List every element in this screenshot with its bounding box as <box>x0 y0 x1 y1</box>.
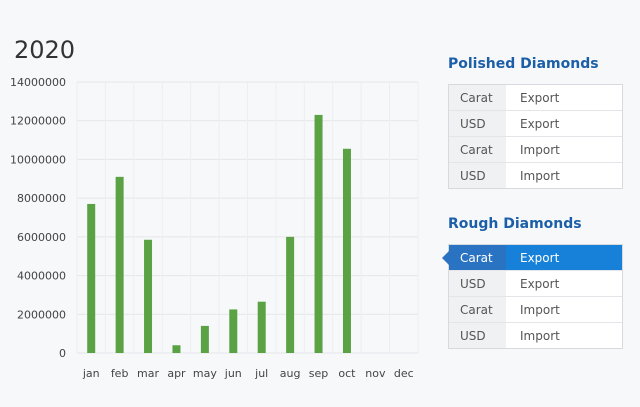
bar-mar <box>144 239 153 353</box>
polished-table: Carat Export USD Export Carat Import USD… <box>448 84 623 189</box>
rough-title: Rough Diamonds <box>448 216 582 232</box>
row-unit: Carat <box>449 245 506 270</box>
y-tick-label: 8000000 <box>17 192 66 205</box>
rough-row-usd-import[interactable]: USD Import <box>449 322 622 348</box>
x-tick-label: dec <box>394 367 414 380</box>
x-tick-label: jan <box>82 367 100 380</box>
bar-jan <box>87 203 96 353</box>
x-tick-label: nov <box>365 367 386 380</box>
y-tick-label: 0 <box>59 347 66 360</box>
row-type: Import <box>520 328 560 343</box>
x-tick-label: apr <box>167 367 186 380</box>
row-type: Export <box>520 276 560 291</box>
polished-row-usd-import[interactable]: USD Import <box>449 162 622 188</box>
rough-row-carat-import[interactable]: Carat Import <box>449 296 622 322</box>
x-tick-label: jun <box>224 367 242 380</box>
polished-row-carat-import[interactable]: Carat Import <box>449 136 622 162</box>
bar-apr <box>172 345 181 353</box>
y-tick-label: 14000000 <box>10 76 66 89</box>
y-tick-label: 4000000 <box>17 270 66 283</box>
bar-oct <box>342 148 351 353</box>
row-unit: Carat <box>449 137 506 162</box>
bar-feb <box>115 176 124 353</box>
polished-panel: Polished Diamonds Carat Export USD Expor… <box>448 56 623 189</box>
row-unit: USD <box>449 271 506 296</box>
rough-table: Carat Export USD Export Carat Import USD… <box>442 244 623 349</box>
polished-row-carat-export[interactable]: Carat Export <box>449 85 622 110</box>
row-unit: USD <box>449 323 506 348</box>
x-tick-label: mar <box>137 367 159 380</box>
y-tick-label: 6000000 <box>17 231 66 244</box>
x-tick-label: sep <box>309 367 328 380</box>
rough-row-usd-export[interactable]: USD Export <box>449 270 622 296</box>
bar-chart: 0 2000000 4000000 6000000 8000000 10000000 120… <box>10 76 419 380</box>
x-tick-label: aug <box>280 367 301 380</box>
row-type: Import <box>520 168 560 183</box>
bar-jun <box>229 309 238 353</box>
y-tick-label: 12000000 <box>10 115 66 128</box>
x-tick-label: jul <box>254 367 268 380</box>
bar-aug <box>286 236 295 353</box>
polished-row-usd-export[interactable]: USD Export <box>449 110 622 136</box>
bar-jul <box>257 301 266 353</box>
row-unit: Carat <box>449 297 506 322</box>
y-tick-label: 2000000 <box>17 308 66 321</box>
row-type: Import <box>520 302 560 317</box>
row-unit: USD <box>449 163 506 188</box>
bar-sep <box>314 114 323 354</box>
x-tick-label: oct <box>338 367 356 380</box>
row-type: Export <box>506 245 622 270</box>
row-unit: Carat <box>449 85 506 110</box>
row-type: Export <box>520 116 560 131</box>
polished-title: Polished Diamonds <box>448 56 599 72</box>
bar-may <box>200 325 209 353</box>
x-tick-label: may <box>193 367 217 380</box>
x-tick-label: feb <box>111 367 129 380</box>
row-unit: USD <box>449 111 506 136</box>
row-type: Import <box>520 142 560 157</box>
rough-row-carat-export[interactable]: Carat Export <box>442 245 622 270</box>
rough-panel: Rough Diamonds Carat Export USD Export C… <box>442 216 623 349</box>
y-tick-label: 10000000 <box>10 153 66 166</box>
row-type: Export <box>520 90 560 105</box>
